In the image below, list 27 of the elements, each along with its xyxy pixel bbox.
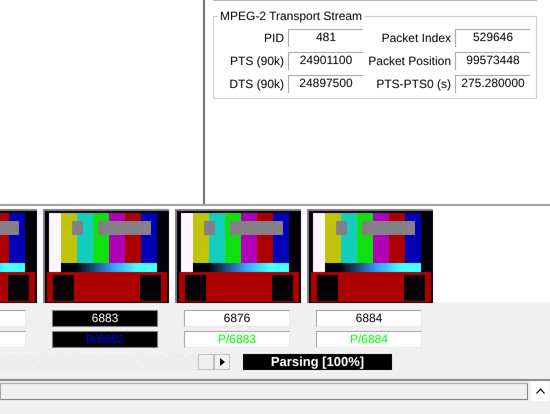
field-label: DTS (90k) [228,76,284,93]
frame-type: P/6884 [316,331,422,348]
parsing-status: Parsing [100%] [243,354,392,370]
frame-number: 6876 [184,310,290,327]
video-thumbnail[interactable] [175,209,301,303]
field-label: PTS (90k) [228,53,284,70]
video-thumbnail[interactable] [43,209,169,303]
field-label: PTS-PTS0 (s) [375,76,451,93]
frame-type: B/6882 [52,331,158,348]
value-field: 275.280000 [455,75,530,93]
value-field: 24901100 [288,52,363,70]
frame-number: 6883 [52,310,158,327]
value-field: 99573448 [455,52,530,70]
scroll-up-button[interactable] [531,381,549,401]
field-label: Packet Position [367,53,451,70]
right-arrow-icon [220,358,224,366]
video-thumbnail[interactable] [307,209,433,303]
caret-up-icon [536,388,544,394]
field-label: PID [262,30,284,47]
value-field: 481 [288,29,363,47]
value-field: 24897500 [288,75,363,93]
frame-number: 6884 [316,310,422,327]
group-title: MPEG-2 Transport Stream [219,9,364,23]
scroll-right-button[interactable] [214,354,230,370]
frame-type: P/6883 [184,331,290,348]
field-label: Packet Index [380,30,451,47]
value-field: 529646 [455,29,530,47]
